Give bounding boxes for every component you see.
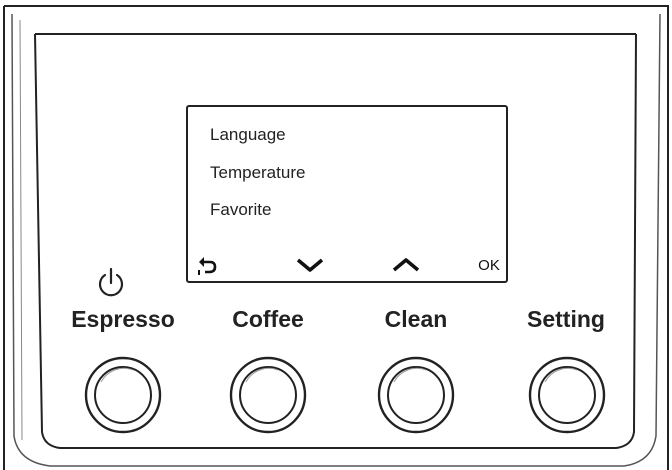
- chevron-down-icon: [296, 258, 324, 272]
- scroll-down-button[interactable]: [292, 251, 328, 279]
- coffee-label: Coffee: [232, 306, 304, 332]
- chevron-up-icon: [392, 258, 420, 272]
- lcd-display: Language Temperature Favorite OK: [186, 105, 508, 283]
- clean-button[interactable]: [376, 354, 456, 436]
- menu-item-favorite[interactable]: Favorite: [210, 200, 271, 220]
- espresso-button[interactable]: [83, 354, 163, 436]
- scroll-up-button[interactable]: [388, 251, 424, 279]
- setting-label: Setting: [527, 306, 605, 332]
- clean-label: Clean: [384, 306, 448, 332]
- coffee-button[interactable]: [228, 354, 308, 436]
- power-indicator: [96, 266, 126, 300]
- power-icon: [98, 267, 124, 297]
- menu-item-language[interactable]: Language: [210, 125, 286, 145]
- setting-button[interactable]: [527, 354, 607, 436]
- ok-button[interactable]: OK: [474, 251, 504, 279]
- back-button[interactable]: [194, 251, 220, 279]
- espresso-label: Espresso: [71, 306, 175, 332]
- back-arrow-icon: [198, 257, 217, 275]
- menu-item-temperature[interactable]: Temperature: [210, 163, 305, 183]
